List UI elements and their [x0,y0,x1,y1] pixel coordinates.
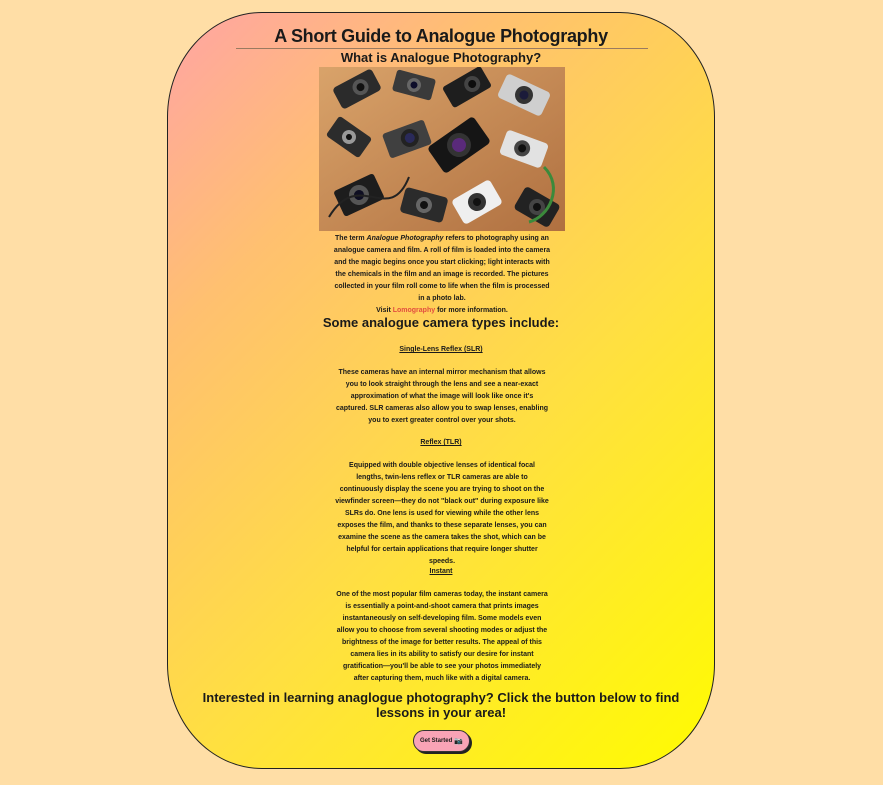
type-description-slr: These cameras have an internal mirror me… [335,369,548,424]
cta-text: Interested in learning anaglogue photogr… [202,690,680,720]
get-started-button[interactable]: Get Started 📷 [413,730,470,752]
intro-term: Analogue Photography [366,235,444,242]
type-title-instant: Instant [429,568,453,575]
intro-text-before: The term [335,235,367,242]
type-description-instant: One of the most popular film cameras tod… [336,591,548,682]
intro-text-after: refers to photography using an analogue … [333,235,551,302]
title-divider [236,48,648,49]
type-title-slr: Single-Lens Reflex (SLR) [399,346,483,353]
type-description-tlr: Equipped with double objective lenses of… [335,462,549,565]
intro-paragraph: The term Analogue Photography refers to … [333,233,551,317]
lomography-link[interactable]: Lomography [393,307,435,314]
camera-icon: 📷 [454,738,464,745]
page-title: A Short Guide to Analogue Photography [274,26,608,46]
section-heading-what-is: What is Analogue Photography? [340,50,542,65]
get-started-label: Get Started [419,738,453,744]
visit-prefix: Visit [376,307,393,314]
cameras-photo [319,67,565,231]
type-title-tlr: Reflex (TLR) [420,439,462,446]
guide-card: A Short Guide to Analogue Photography Wh… [167,12,715,769]
cameras-illustration [319,67,565,231]
visit-suffix: for more information. [435,307,508,314]
camera-types-heading: Some analogue camera types include: [322,315,560,330]
